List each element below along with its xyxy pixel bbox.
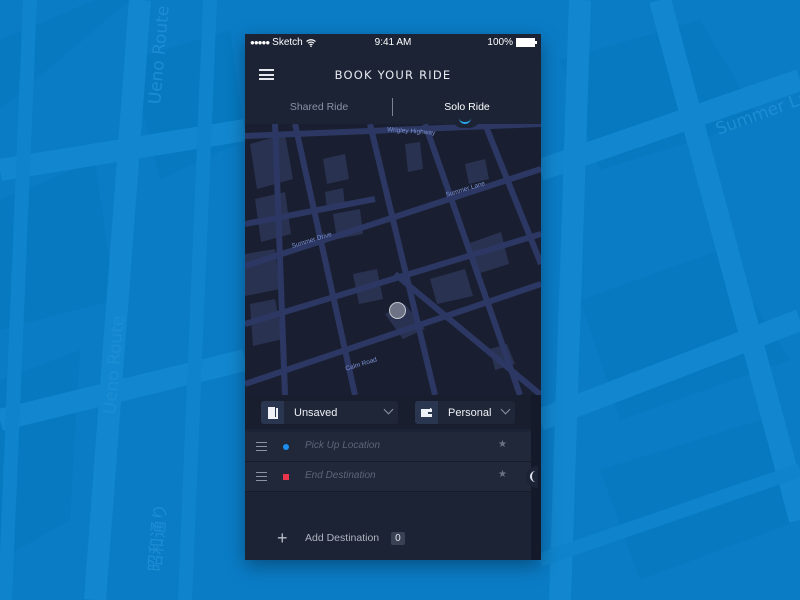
- battery-icon: [516, 38, 537, 47]
- status-bar: ●●●●● Sketch 9:41 AM 100%: [245, 34, 541, 52]
- drag-handle-icon[interactable]: [256, 472, 267, 484]
- booking-panel: Unsaved Personal Pick Up Location ★ End …: [245, 395, 531, 560]
- add-destination-label: Add Destination: [305, 532, 380, 544]
- tab-solo-ride[interactable]: Solo Ride: [393, 101, 541, 113]
- battery-percent: 100%: [487, 37, 513, 48]
- page-title: BOOK YOUR RIDE: [334, 68, 452, 82]
- map-streets: [245, 124, 541, 395]
- chevron-down-icon: [500, 404, 511, 415]
- drag-handle-icon[interactable]: [256, 442, 267, 454]
- add-destination-button[interactable]: + Add Destination 0: [277, 528, 405, 548]
- tab-shared-ride[interactable]: Shared Ride: [245, 101, 393, 113]
- app-header: BOOK YOUR RIDE: [245, 52, 541, 98]
- star-icon[interactable]: ★: [498, 469, 507, 480]
- payment-profile-dropdown[interactable]: Personal: [415, 401, 515, 424]
- plus-icon: +: [277, 528, 288, 548]
- pickup-location-input[interactable]: Pick Up Location: [305, 440, 380, 451]
- location-pin-icon[interactable]: [389, 302, 406, 319]
- star-icon[interactable]: ★: [498, 439, 507, 450]
- phone-screen: ●●●●● Sketch 9:41 AM 100% BOOK YOUR RIDE…: [245, 34, 541, 560]
- end-destination-row[interactable]: End Destination ★: [245, 462, 531, 492]
- chevron-down-icon: [383, 404, 394, 415]
- ride-type-tabs: Shared Ride Solo Ride: [245, 98, 541, 124]
- payment-profile-label: Personal: [448, 406, 492, 419]
- end-destination-input[interactable]: End Destination: [305, 470, 376, 481]
- saved-route-label: Unsaved: [294, 406, 338, 419]
- pickup-dot-icon: [283, 444, 289, 450]
- destination-square-icon: [283, 474, 289, 480]
- map-view[interactable]: Wrigley Highway Summer Lane Summer Drive…: [245, 124, 541, 395]
- selector-bar: Unsaved Personal: [245, 395, 531, 429]
- wallet-icon: [415, 401, 438, 424]
- book-icon: [261, 401, 284, 424]
- saved-route-dropdown[interactable]: Unsaved: [261, 401, 398, 424]
- destination-count-badge: 0: [391, 531, 405, 545]
- pickup-location-row[interactable]: Pick Up Location ★: [245, 432, 531, 462]
